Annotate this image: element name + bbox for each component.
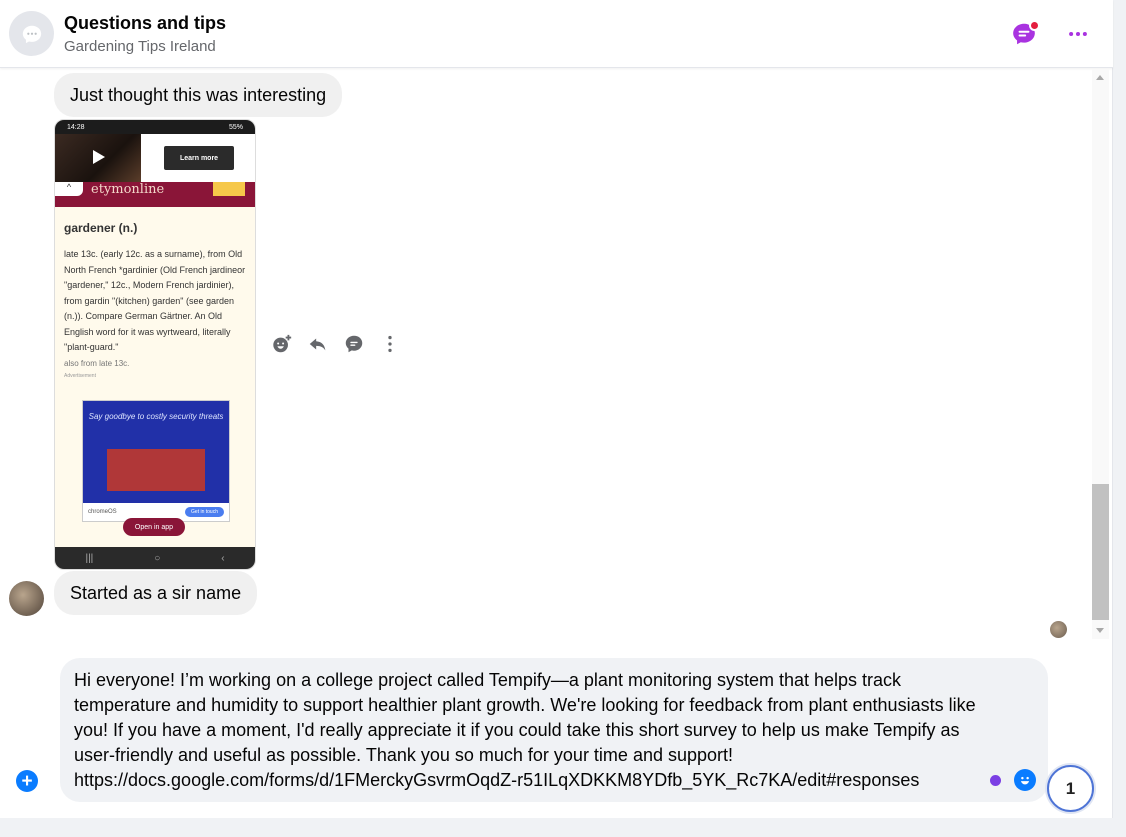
entry-body: late 13c. (early 12c. as a surname), fro… [64, 249, 246, 352]
entry-also-from: also from late 13c. [64, 358, 130, 368]
thread-button[interactable] [1008, 18, 1040, 50]
video-thumbnail [55, 134, 141, 182]
avatar[interactable] [9, 581, 44, 616]
status-battery: 55% [228, 123, 243, 131]
recent-apps-icon: ||| [85, 552, 94, 564]
more-vertical-icon [388, 335, 392, 353]
chat-header: Questions and tips Gardening Tips Irelan… [0, 0, 1113, 68]
ad-warning-graphic [107, 449, 205, 491]
react-button[interactable] [270, 332, 294, 356]
chat-scrollbar[interactable] [1092, 69, 1109, 639]
message-input[interactable]: Hi everyone! I’m working on a college pr… [60, 658, 1048, 802]
message-input-text[interactable]: Hi everyone! I’m working on a college pr… [74, 668, 989, 793]
phone-nav-bar: ||| ○ ‹ [55, 547, 255, 569]
scroll-up-arrow[interactable] [1096, 75, 1104, 80]
phone-status-bar: 14:28 55% [55, 120, 255, 134]
notification-dot [1029, 20, 1040, 31]
notification-counter[interactable]: 1 [1047, 765, 1094, 812]
dictionary-entry: gardener (n.) late 13c. (early 12c. as a… [55, 207, 255, 371]
ad-headline: Say goodbye to costly security threats [88, 412, 224, 421]
chat-window: Questions and tips Gardening Tips Irelan… [0, 0, 1113, 818]
site-search-icon [213, 182, 245, 196]
forward-button[interactable] [342, 332, 366, 356]
reply-icon [309, 338, 326, 351]
message-list: Just thought this was interesting 14:28 … [0, 69, 1092, 639]
home-icon: ○ [154, 552, 161, 564]
message-bubble[interactable]: Started as a sir name [54, 571, 258, 615]
chat-title[interactable]: Questions and tips [64, 13, 226, 34]
more-icon [1069, 31, 1087, 37]
site-banner: ^ etymonline [55, 182, 255, 207]
add-attachment-button[interactable]: + [16, 770, 38, 792]
group-avatar[interactable] [9, 11, 54, 56]
back-icon: ‹ [221, 552, 225, 564]
video-ad: Learn more [55, 134, 255, 182]
react-icon [273, 334, 292, 353]
emoji-button[interactable] [1014, 769, 1036, 791]
learn-more-label: Learn more [164, 146, 234, 170]
reply-button[interactable] [306, 332, 330, 356]
chat-subtitle[interactable]: Gardening Tips Ireland [64, 38, 216, 55]
shared-image[interactable]: 14:28 55% Learn more ^ etymonline garden… [54, 119, 256, 570]
more-actions-button[interactable] [378, 332, 402, 356]
comment-icon [345, 335, 363, 353]
scroll-down-arrow[interactable] [1096, 628, 1104, 633]
banner-ad: Say goodbye to costly security threats c… [82, 400, 230, 522]
message-bubble[interactable]: Just thought this was interesting [54, 73, 343, 117]
open-in-app-label: Open in app [123, 518, 185, 536]
ad-brand: chromeOS [88, 509, 117, 515]
play-icon [93, 150, 105, 164]
smiley-icon [1020, 776, 1030, 785]
grammar-indicator[interactable] [990, 775, 1001, 786]
more-options-button[interactable] [1062, 18, 1094, 50]
read-receipt-avatar [1050, 621, 1067, 638]
status-time: 14:28 [67, 123, 85, 131]
ad-button: Get in touch [185, 507, 224, 517]
scroll-thumb[interactable] [1092, 484, 1109, 620]
chat-bubble-avatar-icon [22, 25, 41, 43]
message-actions [270, 332, 402, 356]
entry-title: gardener (n.) [64, 221, 138, 235]
site-logo: etymonline [91, 182, 165, 197]
chevron-up-icon: ^ [55, 182, 83, 196]
ad-label: Advertisement [64, 373, 96, 379]
